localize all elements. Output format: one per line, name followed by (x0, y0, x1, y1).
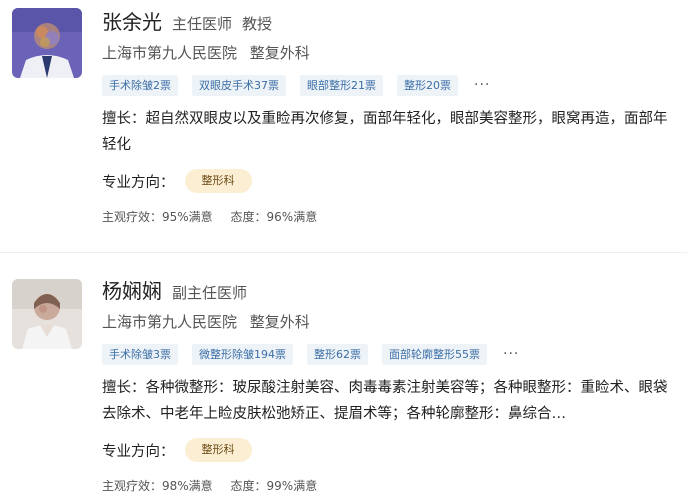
review-tag[interactable]: 手术除皱3票 (102, 343, 178, 365)
more-tags-icon[interactable]: ··· (474, 77, 490, 93)
hospital-name[interactable]: 上海市第九人民医院 (102, 44, 237, 62)
review-tags: 手术除皱2票 双眼皮手术37票 眼部整形21票 整形20票 ··· (102, 74, 681, 96)
doctor-academic-title: 教授 (242, 15, 273, 33)
review-tag[interactable]: 整形62票 (307, 343, 368, 365)
name-row: 杨娴娴 副主任医师 (102, 275, 681, 305)
more-tags-icon[interactable]: ··· (503, 346, 519, 362)
doctor-name[interactable]: 杨娴娴 (102, 275, 162, 304)
direction-label: 专业方向： (102, 174, 175, 191)
doctor-card[interactable]: 杨娴娴 副主任医师 上海市第九人民医院 整复外科 手术除皱3票 微整形除皱194… (0, 253, 687, 497)
doctor-avatar[interactable] (12, 279, 82, 349)
expertise-text: 擅长：各种微整形：玻尿酸注射美容、肉毒毒素注射美容等；各种眼整形：重睑术、眼袋去… (102, 380, 668, 422)
department-name[interactable]: 整复外科 (250, 44, 310, 62)
direction-label: 专业方向： (102, 443, 175, 460)
review-tag[interactable]: 双眼皮手术37票 (192, 74, 286, 96)
efficacy-rating: 主观疗效：95%满意 (102, 210, 213, 224)
doctor-info: 张余光 主任医师 教授 上海市第九人民医院 整复外科 手术除皱2票 双眼皮手术3… (102, 6, 681, 226)
hospital-line: 上海市第九人民医院 整复外科 (102, 42, 681, 64)
doctor-name[interactable]: 张余光 (102, 6, 162, 35)
review-tag[interactable]: 微整形除皱194票 (192, 343, 293, 365)
rating-stats: 主观疗效：95%满意 态度：96%满意 (102, 208, 681, 226)
doctor-card[interactable]: 张余光 主任医师 教授 上海市第九人民医院 整复外科 手术除皱2票 双眼皮手术3… (0, 0, 687, 253)
direction-badge[interactable]: 整形科 (184, 169, 252, 193)
rating-stats: 主观疗效：98%满意 态度：99%满意 (102, 477, 681, 495)
review-tags: 手术除皱3票 微整形除皱194票 整形62票 面部轮廓整形55票 ··· (102, 343, 681, 365)
review-tag[interactable]: 面部轮廓整形55票 (382, 343, 487, 365)
direction-row: 专业方向： 整形科 (102, 168, 681, 194)
expertise-text: 擅长：超自然双眼皮以及重睑再次修复，面部年轻化，眼部美容整形，眼窝再造，面部年轻… (102, 111, 668, 153)
direction-row: 专业方向： 整形科 (102, 437, 681, 463)
doctor-title: 副主任医师 (172, 284, 248, 302)
hospital-name[interactable]: 上海市第九人民医院 (102, 313, 237, 331)
efficacy-rating: 主观疗效：98%满意 (102, 479, 213, 493)
attitude-rating: 态度：96%满意 (230, 210, 318, 224)
review-tag[interactable]: 整形20票 (397, 74, 458, 96)
doctor-info: 杨娴娴 副主任医师 上海市第九人民医院 整复外科 手术除皱3票 微整形除皱194… (102, 275, 681, 495)
doctor-avatar[interactable] (12, 8, 82, 78)
attitude-rating: 态度：99%满意 (230, 479, 318, 493)
doctor-title: 主任医师 (172, 15, 233, 33)
review-tag[interactable]: 手术除皱2票 (102, 74, 178, 96)
department-name[interactable]: 整复外科 (250, 313, 310, 331)
review-tag[interactable]: 眼部整形21票 (300, 74, 383, 96)
avatar-photo (12, 8, 82, 78)
hospital-line: 上海市第九人民医院 整复外科 (102, 311, 681, 333)
name-row: 张余光 主任医师 教授 (102, 6, 681, 36)
direction-badge[interactable]: 整形科 (184, 438, 252, 462)
avatar-photo (12, 279, 82, 349)
